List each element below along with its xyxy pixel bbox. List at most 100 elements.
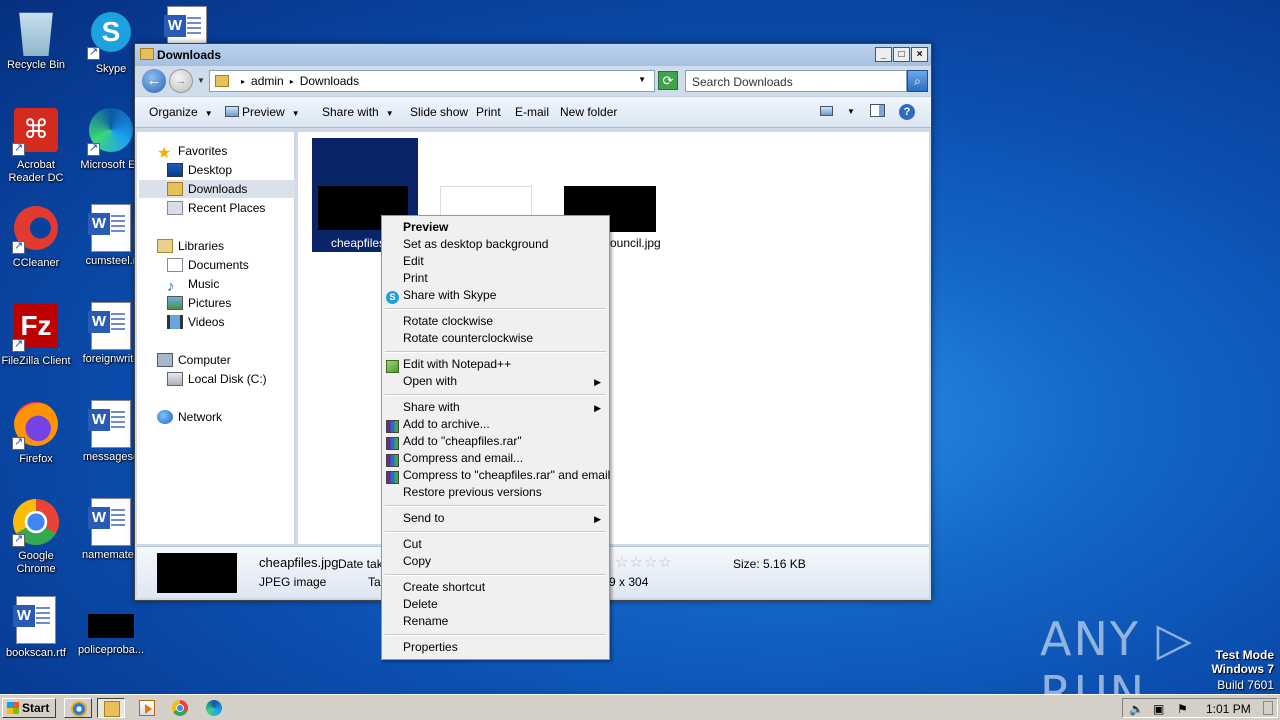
breadcrumb[interactable]: ▸ admin ▸ Downloads ▼ [209,70,655,92]
maximize-button[interactable]: □ [893,47,910,62]
view-options-button[interactable] [820,104,836,118]
menu-item-cut[interactable]: Cut [403,536,422,553]
taskbar-edge[interactable] [200,698,228,718]
menu-item-set-desktop-background[interactable]: Set as desktop background [403,236,548,253]
desktop-icon-word-doc[interactable] [149,6,225,47]
start-button[interactable]: Start [2,698,56,718]
desktop-icon-acrobat[interactable]: Acrobat Reader DC [0,106,74,185]
print-button[interactable]: Print [476,105,501,119]
preview-button[interactable]: Preview ▼ [225,105,300,119]
command-bar: Organize ▼ Preview ▼ Share with ▼ Slide sho… [135,96,931,128]
menu-separator [385,531,606,533]
menu-separator [385,308,606,310]
menu-item-add-to-archive[interactable]: Add to archive... [403,416,490,433]
desktop-icon-firefox[interactable]: Firefox [0,400,74,466]
title-bar[interactable]: Downloads _ □ × [135,44,931,66]
shortcut-arrow-icon [12,532,25,547]
nav-item-libraries[interactable]: Libraries [157,237,224,255]
breadcrumb-item-admin[interactable]: admin [251,74,284,88]
menu-item-delete[interactable]: Delete [403,596,438,613]
show-desktop-button[interactable] [1263,701,1273,715]
recent-pages-dropdown[interactable]: ▼ [197,76,205,85]
recycle-bin-icon [19,12,53,56]
pictures-icon [167,296,183,310]
volume-icon[interactable]: 🔈 [1129,702,1144,716]
search-icon[interactable]: ⌕ [907,70,928,92]
menu-item-create-shortcut[interactable]: Create shortcut [403,579,485,596]
clock[interactable]: 1:01 PM [1206,702,1251,716]
menu-separator [385,351,606,353]
nav-item-computer[interactable]: Computer [157,351,231,369]
menu-item-preview[interactable]: Preview [403,219,448,236]
menu-item-compress-and-email[interactable]: Compress and email... [403,450,523,467]
nav-item-music[interactable]: ♪ Music [167,275,219,294]
menu-item-compress-to-rar-and-email[interactable]: Compress to "cheapfiles.rar" and email [403,467,610,484]
taskbar-chrome[interactable] [166,698,194,718]
help-button[interactable]: ? [899,104,915,120]
share-with-button[interactable]: Share with ▼ [322,105,394,119]
menu-item-open-with[interactable]: Open with [403,373,457,390]
menu-item-restore-previous-versions[interactable]: Restore previous versions [403,484,542,501]
rating-stars[interactable]: ☆☆☆☆ [615,553,673,571]
menu-item-print[interactable]: Print [403,270,428,287]
desktop-icon-label: policeproba... [77,644,145,656]
email-button[interactable]: E-mail [515,105,549,119]
new-folder-button[interactable]: New folder [560,105,617,119]
minimize-button[interactable]: _ [875,47,892,62]
slide-show-button[interactable]: Slide show [410,105,468,119]
menu-item-copy[interactable]: Copy [403,553,431,570]
menu-item-edit-with-notepad[interactable]: Edit with Notepad++ [403,356,511,373]
nav-item-local-disk[interactable]: Local Disk (C:) [167,370,267,388]
view-dropdown-arrow[interactable]: ▼ [847,107,855,116]
forward-button[interactable]: → [169,69,193,93]
menu-item-share-with-skype[interactable]: Share with Skype [403,287,496,304]
taskbar-media-player[interactable] [133,698,161,718]
preview-pane-button[interactable] [870,104,888,119]
menu-separator [385,574,606,576]
nav-item-network[interactable]: Network [157,408,222,426]
breadcrumb-separator[interactable]: ▸ [241,77,245,86]
breadcrumb-separator[interactable]: ▸ [290,77,294,86]
desktop-icon-bookscan[interactable]: bookscan.rtf [0,596,74,660]
action-center-flag-icon[interactable]: ⚑ [1177,702,1188,716]
nav-item-videos[interactable]: Videos [167,313,224,331]
menu-item-add-to-rar[interactable]: Add to "cheapfiles.rar" [403,433,522,450]
shortcut-arrow-icon [12,337,25,352]
taskbar-internet-explorer[interactable] [64,698,92,718]
menu-separator [385,505,606,507]
menu-item-edit[interactable]: Edit [403,253,424,270]
nav-item-recent-places[interactable]: Recent Places [167,199,265,217]
nav-item-pictures[interactable]: Pictures [167,294,231,312]
nav-item-desktop[interactable]: Desktop [167,161,232,179]
desktop-icon-ccleaner[interactable]: CCleaner [0,204,74,270]
nav-item-downloads[interactable]: Downloads [139,180,295,198]
refresh-button[interactable]: ⟳ [658,71,678,90]
menu-item-share-with[interactable]: Share with [403,399,460,416]
desktop-icon-filezilla[interactable]: Fz FileZilla Client [0,302,74,368]
desktop-icon-policeproba[interactable]: policeproba... [73,596,149,657]
desktop-icon-chrome[interactable]: Google Chrome [0,498,74,576]
nav-item-documents[interactable]: Documents [167,256,249,274]
word-document-icon [88,204,131,252]
menu-item-send-to[interactable]: Send to [403,510,444,527]
desktop-icon-recycle-bin[interactable]: Recycle Bin [0,8,74,72]
menu-item-rotate-clockwise[interactable]: Rotate clockwise [403,313,493,330]
search-input[interactable]: Search Downloads [685,70,907,92]
shortcut-arrow-icon [12,435,25,450]
nav-item-favorites[interactable]: ★ Favorites [157,142,227,162]
system-tray: 🔈 ▣ ⚑ 1:01 PM [1122,698,1278,718]
menu-item-properties[interactable]: Properties [403,639,458,656]
close-button[interactable]: × [911,47,928,62]
breadcrumb-item-downloads[interactable]: Downloads [300,74,359,88]
desktop-icon [167,163,183,177]
word-document-icon [164,6,207,44]
menu-item-rotate-counterclockwise[interactable]: Rotate counterclockwise [403,330,533,347]
back-button[interactable]: ← [142,69,166,93]
menu-item-rename[interactable]: Rename [403,613,448,630]
network-status-icon[interactable]: ▣ [1153,702,1164,716]
desktop-icon-label: Reader DC [8,172,64,184]
organize-button[interactable]: Organize ▼ [149,105,213,119]
taskbar-windows-explorer[interactable] [97,698,125,718]
address-dropdown-arrow[interactable]: ▼ [638,75,646,84]
view-icon [820,106,833,116]
